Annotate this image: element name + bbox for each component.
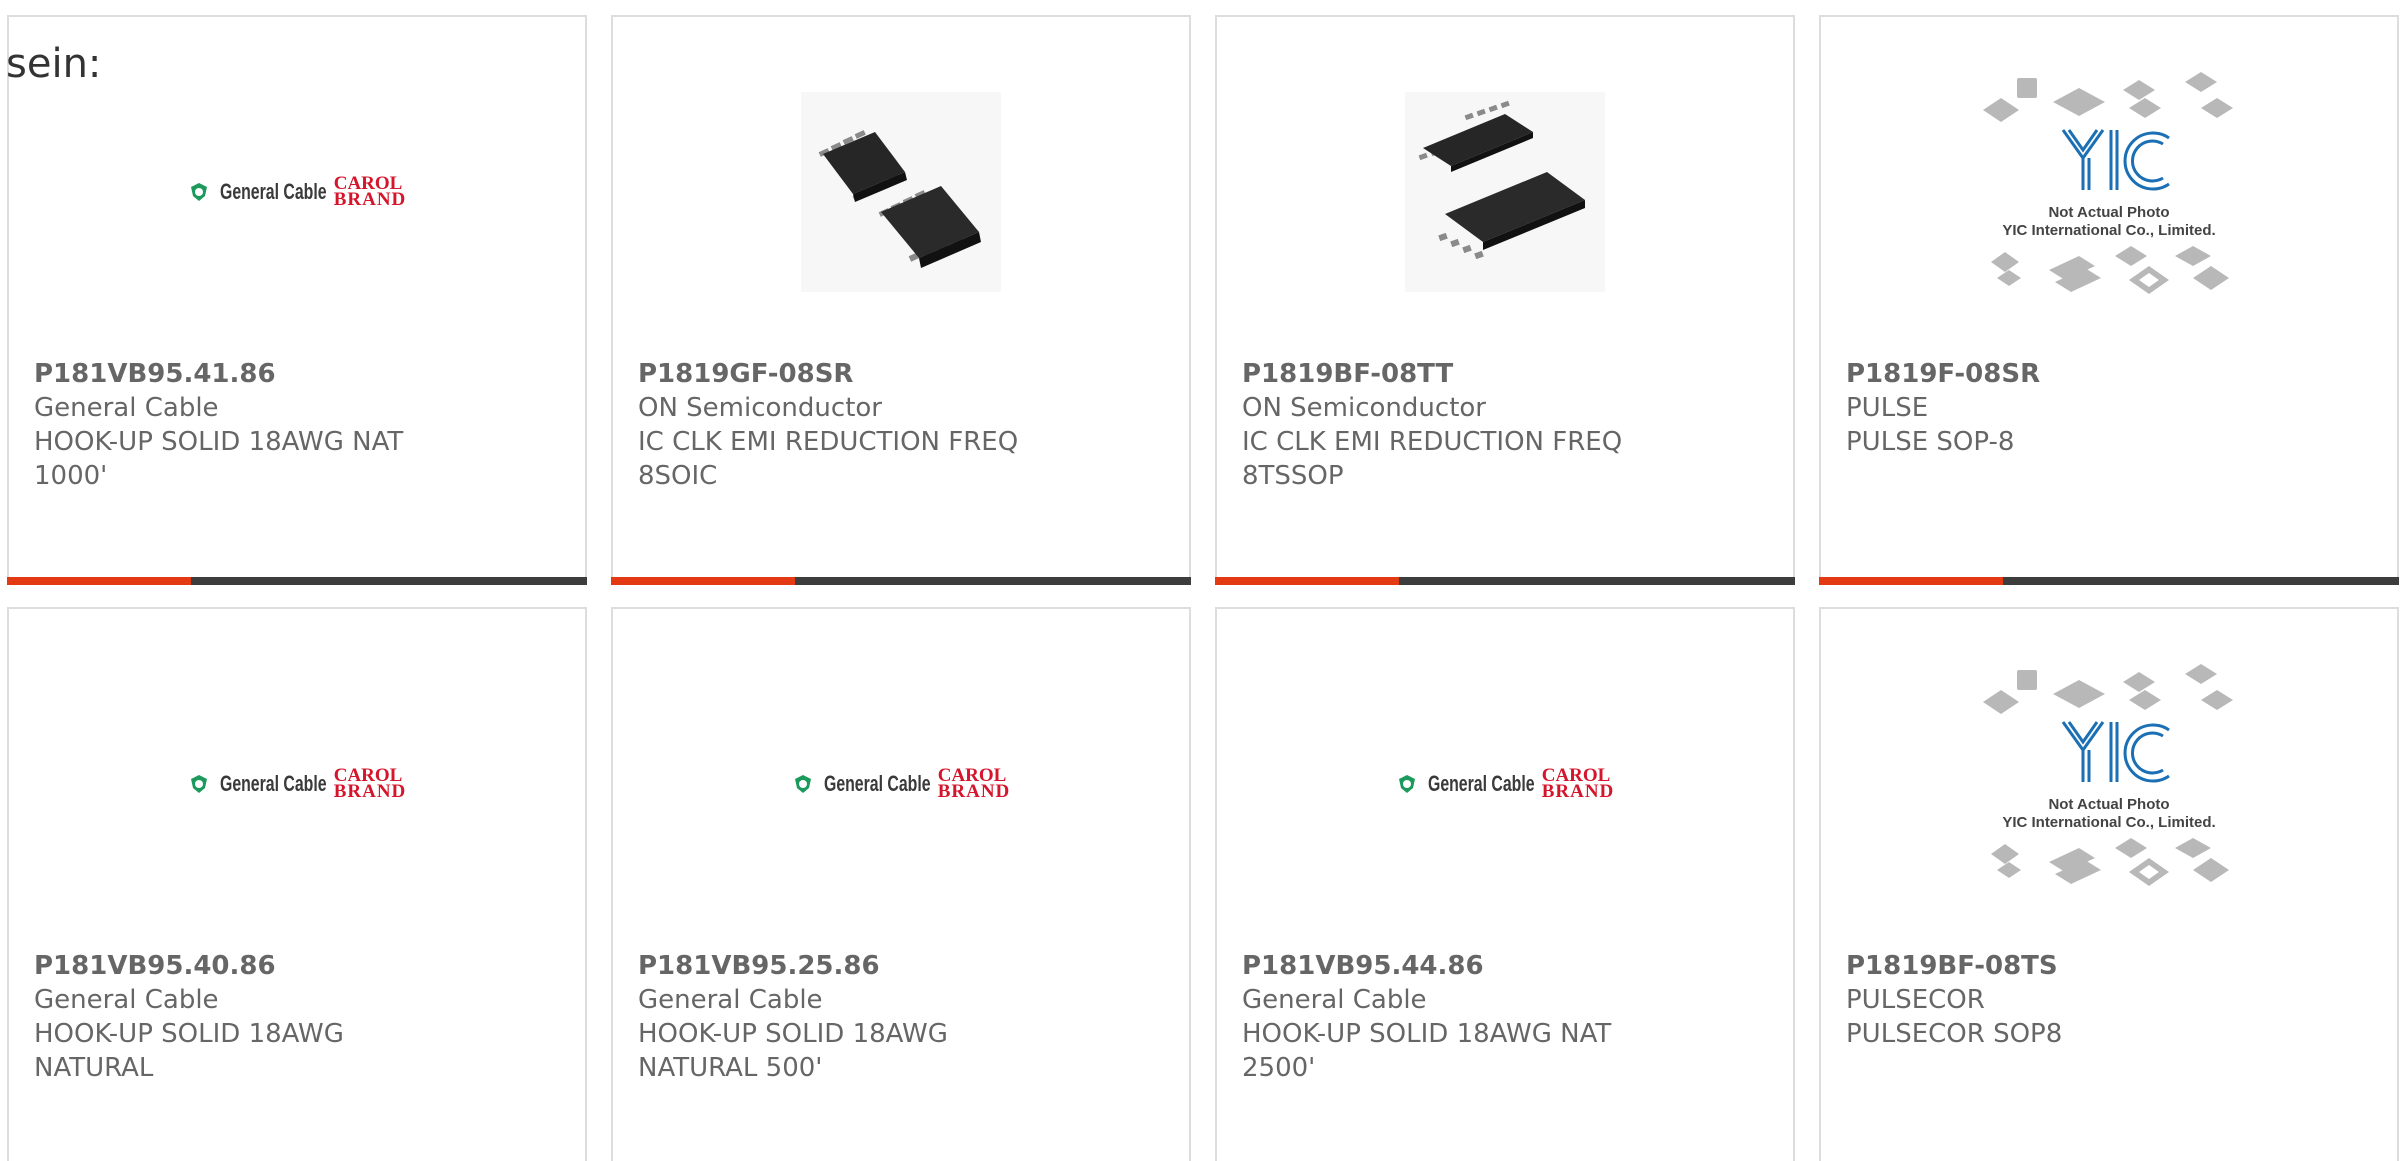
general-cable-wordmark: General Cable <box>823 771 931 796</box>
product-info: P1819GF-08SR ON Semiconductor IC CLK EMI… <box>638 357 1138 493</box>
description: HOOK-UP SOLID 18AWG NATURAL <box>34 1019 344 1083</box>
yic-placeholder-image: Not Actual Photo YIC International Co., … <box>1979 72 2239 312</box>
manufacturer: General Cable <box>34 393 219 423</box>
manufacturer: General Cable <box>34 985 219 1015</box>
soic-chip-photo <box>801 92 1001 292</box>
part-number-link[interactable]: P1819GF-08SR <box>638 357 1138 391</box>
yic-logo-icon <box>1983 72 2233 294</box>
description: PULSECOR SOP8 <box>1846 1019 2063 1049</box>
product-info: P181VB95.44.86 General Cable HOOK-UP SOL… <box>1242 949 1742 1085</box>
description: HOOK-UP SOLID 18AWG NAT 2500' <box>1242 1019 1612 1083</box>
description: IC CLK EMI REDUCTION FREQ 8TSSOP <box>1242 427 1623 491</box>
product-grid-page: sein: General Cable CAROL BRAND P181VB95… <box>0 0 2400 1161</box>
general-cable-logo: General Cable CAROL BRAND <box>1396 765 1615 802</box>
yic-caption: Not Actual Photo YIC International Co., … <box>2002 204 2216 239</box>
card-accent-bar <box>7 577 587 585</box>
part-number-link[interactable]: P181VB95.41.86 <box>34 357 534 391</box>
general-cable-wordmark: General Cable <box>219 179 327 204</box>
product-card[interactable]: General Cable CAROL BRAND P181VB95.40.86… <box>7 607 587 1161</box>
manufacturer: ON Semiconductor <box>1242 393 1486 423</box>
description: PULSE SOP-8 <box>1846 427 2015 457</box>
manufacturer: PULSECOR <box>1846 985 1985 1015</box>
product-image[interactable] <box>613 77 1189 307</box>
yic-caption: Not Actual Photo YIC International Co., … <box>2002 796 2216 831</box>
product-card[interactable]: General Cable CAROL BRAND P181VB95.41.86… <box>7 15 587 585</box>
manufacturer: General Cable <box>1242 985 1427 1015</box>
product-card[interactable]: P1819GF-08SR ON Semiconductor IC CLK EMI… <box>611 15 1191 585</box>
product-info: P181VB95.41.86 General Cable HOOK-UP SOL… <box>34 357 534 493</box>
product-grid: General Cable CAROL BRAND P181VB95.41.86… <box>7 15 2400 1161</box>
general-cable-logo: General Cable CAROL BRAND <box>188 765 407 802</box>
general-cable-logo: General Cable CAROL BRAND <box>792 765 1011 802</box>
product-info: P1819F-08SR PULSE PULSE SOP-8 <box>1846 357 2346 459</box>
general-cable-wordmark: General Cable <box>219 771 327 796</box>
part-number-link[interactable]: P1819F-08SR <box>1846 357 2346 391</box>
card-accent-bar <box>1819 577 2399 585</box>
yic-logo-icon <box>1983 664 2233 886</box>
description: IC CLK EMI REDUCTION FREQ 8SOIC <box>638 427 1019 491</box>
product-info: P181VB95.25.86 General Cable HOOK-UP SOL… <box>638 949 1138 1085</box>
product-card[interactable]: General Cable CAROL BRAND P181VB95.44.86… <box>1215 607 1795 1161</box>
product-card[interactable]: Not Actual Photo YIC International Co., … <box>1819 15 2399 585</box>
carol-brand-wordmark: CAROL BRAND <box>333 173 407 210</box>
manufacturer: PULSE <box>1846 393 1929 423</box>
general-cable-wordmark: General Cable <box>1427 771 1535 796</box>
product-image[interactable]: General Cable CAROL BRAND <box>9 669 585 899</box>
product-card[interactable]: Not Actual Photo YIC International Co., … <box>1819 607 2399 1161</box>
carol-brand-wordmark: CAROL BRAND <box>937 765 1011 802</box>
carol-brand-wordmark: CAROL BRAND <box>1541 765 1615 802</box>
product-image[interactable]: General Cable CAROL BRAND <box>613 669 1189 899</box>
tssop-chip-photo <box>1405 92 1605 292</box>
product-image[interactable]: Not Actual Photo YIC International Co., … <box>1821 664 2397 899</box>
product-info: P181VB95.40.86 General Cable HOOK-UP SOL… <box>34 949 534 1085</box>
product-image[interactable] <box>1217 77 1793 307</box>
general-cable-mark-icon <box>188 181 210 203</box>
manufacturer: ON Semiconductor <box>638 393 882 423</box>
card-accent-bar <box>611 577 1191 585</box>
product-image[interactable]: General Cable CAROL BRAND <box>1217 669 1793 899</box>
product-card[interactable]: General Cable CAROL BRAND P181VB95.25.86… <box>611 607 1191 1161</box>
carol-brand-wordmark: CAROL BRAND <box>333 765 407 802</box>
product-card[interactable]: P1819BF-08TT ON Semiconductor IC CLK EMI… <box>1215 15 1795 585</box>
description: HOOK-UP SOLID 18AWG NATURAL 500' <box>638 1019 948 1083</box>
description: HOOK-UP SOLID 18AWG NAT 1000' <box>34 427 404 491</box>
card-accent-bar <box>1215 577 1795 585</box>
part-number-link[interactable]: P181VB95.44.86 <box>1242 949 1742 983</box>
product-info: P1819BF-08TT ON Semiconductor IC CLK EMI… <box>1242 357 1742 493</box>
part-number-link[interactable]: P181VB95.25.86 <box>638 949 1138 983</box>
product-info: P1819BF-08TS PULSECOR PULSECOR SOP8 <box>1846 949 2346 1051</box>
general-cable-mark-icon <box>188 773 210 795</box>
general-cable-mark-icon <box>1396 773 1418 795</box>
intro-text: sein: <box>6 41 102 87</box>
general-cable-logo: General Cable CAROL BRAND <box>188 173 407 210</box>
part-number-link[interactable]: P1819BF-08TT <box>1242 357 1742 391</box>
product-image[interactable]: General Cable CAROL BRAND <box>9 77 585 307</box>
yic-placeholder-image: Not Actual Photo YIC International Co., … <box>1979 664 2239 904</box>
part-number-link[interactable]: P1819BF-08TS <box>1846 949 2346 983</box>
general-cable-mark-icon <box>792 773 814 795</box>
part-number-link[interactable]: P181VB95.40.86 <box>34 949 534 983</box>
manufacturer: General Cable <box>638 985 823 1015</box>
product-image[interactable]: Not Actual Photo YIC International Co., … <box>1821 72 2397 307</box>
